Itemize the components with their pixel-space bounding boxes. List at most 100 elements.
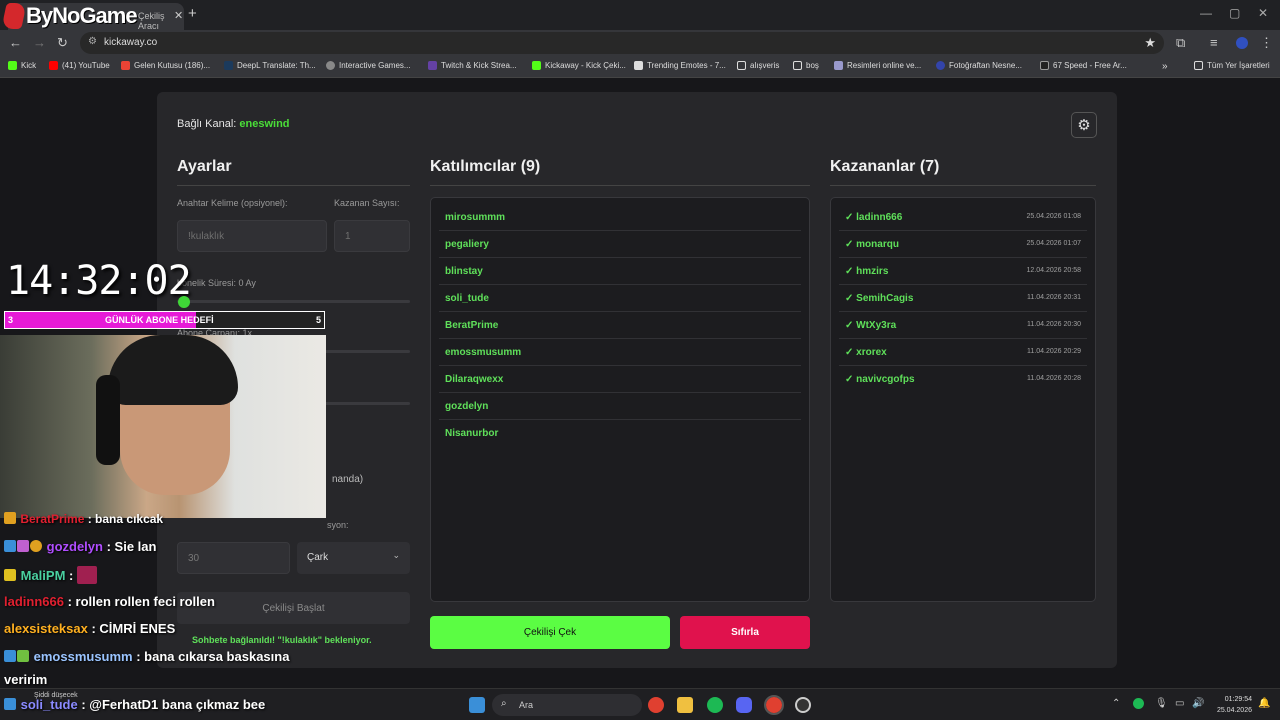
list-item: ✓ ladinn666 25.04.2026 01:08 xyxy=(839,204,1087,231)
chrome-active-icon[interactable] xyxy=(764,695,784,715)
start-icon[interactable] xyxy=(469,697,485,713)
bookmark-item[interactable]: Fotoğraftan Nesne... xyxy=(936,61,1022,70)
all-bookmarks[interactable]: Tüm Yer İşaretleri xyxy=(1194,61,1270,70)
maximize-icon[interactable]: ▢ xyxy=(1229,6,1240,20)
list-item: ✓ navivcgofps 11.04.2026 20:28 xyxy=(845,374,1081,385)
site-info-icon[interactable]: ⚙ xyxy=(88,36,97,47)
rp-icon xyxy=(834,61,843,70)
list-item: ✓ WtXy3ra 11.04.2026 20:30 xyxy=(839,312,1087,339)
list-item: Nisanurbor xyxy=(445,428,499,439)
microphone-icon[interactable]: 🎙 xyxy=(1155,698,1168,709)
file-explorer-icon[interactable] xyxy=(677,697,693,713)
close-window-icon[interactable]: ✕ xyxy=(1258,6,1268,20)
tab-close-icon[interactable]: ✕ xyxy=(174,9,183,22)
headphones-icon xyxy=(96,375,120,465)
bookmark-item[interactable]: Kick xyxy=(8,61,36,70)
bookmark-item[interactable]: 67 Speed - Free Ar... xyxy=(1040,61,1127,70)
draw-button[interactable]: Çekilişi Çek xyxy=(430,616,670,649)
speed-icon xyxy=(1040,61,1049,70)
chat-line: gozdelyn : Sie lan xyxy=(4,539,156,554)
notification-title: Şiddi düşecek xyxy=(34,692,78,699)
keyword-label: Anahtar Kelime (opsiyonel): xyxy=(177,198,288,208)
back-icon[interactable]: ← xyxy=(9,35,22,50)
checkbox-label: nanda) xyxy=(332,474,364,485)
bookmark-star-icon[interactable]: ★ xyxy=(1144,35,1156,51)
list-item: ✓ monarqu 25.04.2026 01:07 xyxy=(839,231,1087,258)
system-clock[interactable]: 01:29:54 25.04.2026 xyxy=(1217,694,1252,716)
bookmark-item[interactable]: (41) YouTube xyxy=(49,61,110,70)
animation-label: syon: xyxy=(327,520,349,530)
chat-line: BeratPrime : bana cıkcak xyxy=(4,512,163,526)
new-tab-icon[interactable]: + xyxy=(188,5,197,22)
streamer-hair xyxy=(108,335,238,405)
participants-list: mirosummm pegaliery blinstay soli_tude B… xyxy=(430,197,810,602)
winner-count-input[interactable]: 1 xyxy=(334,220,410,252)
winners-list: ✓ ladinn666 25.04.2026 01:08 ✓ monarqu 25.… xyxy=(830,197,1096,602)
participants-divider xyxy=(430,185,810,186)
bookmark-folder[interactable]: alışveris xyxy=(737,61,779,70)
spotify-icon[interactable] xyxy=(707,697,723,713)
chrome-icon[interactable] xyxy=(648,697,664,713)
bookmark-item[interactable]: Resimleri online ve... xyxy=(834,61,921,70)
keyword-input[interactable]: !kulaklık xyxy=(177,220,327,252)
live-dot-icon xyxy=(178,296,190,308)
search-icon: ⌕ xyxy=(501,698,507,709)
tray-chevron-icon[interactable]: ⌃ xyxy=(1112,698,1120,709)
settings-gear-icon[interactable]: ⚙ xyxy=(1071,112,1097,138)
chrome-menu-icon[interactable]: ⋮ xyxy=(1260,35,1273,51)
badge-icon xyxy=(4,540,16,552)
volume-icon[interactable]: 🔊 xyxy=(1192,698,1204,709)
url-field[interactable]: ⚙ kickaway.co ★ xyxy=(80,32,1164,54)
chat-line: soli_tude : @FerhatD1 bana çıkmaz bee xyxy=(4,697,265,712)
list-item: gozdelyn xyxy=(439,393,801,420)
bookmark-folder[interactable]: boş xyxy=(793,61,819,70)
emote-icon xyxy=(76,566,97,584)
bookmarks-overflow-icon[interactable]: » xyxy=(1162,61,1168,72)
obs-icon[interactable] xyxy=(795,697,811,713)
spotify-tray-icon[interactable] xyxy=(1133,698,1144,709)
bookmark-item[interactable]: Interactive Games... xyxy=(326,61,411,70)
list-item: ✓ SemihCagis 11.04.2026 20:31 xyxy=(839,285,1087,312)
stream-clock: 14:32:02 xyxy=(6,258,192,304)
extensions-icon[interactable]: ⧉ xyxy=(1176,35,1185,51)
globe-icon xyxy=(326,61,335,70)
badge-icon xyxy=(4,650,16,662)
bookmark-item[interactable]: Trending Emotes - 7... xyxy=(634,61,726,70)
minimize-icon[interactable]: — xyxy=(1200,6,1212,20)
badge-icon xyxy=(17,650,29,662)
bookmark-item[interactable]: DeepL Translate: Th... xyxy=(224,61,316,70)
reload-icon[interactable]: ↻ xyxy=(57,35,68,51)
bookmark-item[interactable]: Gelen Kutusu (186)... xyxy=(121,61,210,70)
goal-target: 5 xyxy=(315,315,321,325)
discord-icon[interactable] xyxy=(736,697,752,713)
reset-button[interactable]: Sıfırla xyxy=(680,616,810,649)
badge-icon xyxy=(30,540,42,552)
animation-select[interactable]: Çark ⌄ xyxy=(297,542,410,574)
chat-line: veririm xyxy=(4,672,48,687)
list-item: pegaliery xyxy=(439,231,801,258)
bookmark-item[interactable]: Twitch & Kick Strea... xyxy=(428,61,517,70)
network-icon[interactable]: ▭ xyxy=(1175,698,1184,709)
folder-icon xyxy=(737,61,746,70)
status-message: Sohbete bağlanıldı! "!kulaklık" bekleniy… xyxy=(192,635,372,645)
7tv-icon xyxy=(634,61,643,70)
settings-divider xyxy=(177,185,410,186)
winner-count-label: Kazanan Sayısı: xyxy=(334,198,400,208)
duration-input[interactable]: 30 xyxy=(177,542,290,574)
brand-mark-icon xyxy=(1,3,27,29)
bookmark-item[interactable]: Kickaway - Kick Çeki... xyxy=(532,61,626,70)
notification-bell-icon[interactable]: 🔔 xyxy=(1258,698,1270,709)
forward-icon[interactable]: → xyxy=(33,35,46,50)
taskbar-search[interactable]: ⌕ Ara xyxy=(492,694,642,716)
folder-icon xyxy=(793,61,802,70)
brand-logo: ByNoGame xyxy=(0,0,138,32)
browser-tabbar: Çekiliş Aracı ✕ ByNoGame + — ▢ ✕ xyxy=(0,0,1280,32)
winners-divider xyxy=(830,185,1096,186)
media-icon[interactable]: ≡ xyxy=(1210,35,1218,50)
connected-channel: Bağlı Kanal: eneswind xyxy=(177,118,290,130)
url-text: kickaway.co xyxy=(104,37,158,48)
twitch-icon xyxy=(428,61,437,70)
sub-duration-slider[interactable] xyxy=(177,300,410,303)
chat-line: emossmusumm : bana cıkarsa baskasına xyxy=(4,649,289,664)
profile-avatar[interactable] xyxy=(1236,37,1248,49)
